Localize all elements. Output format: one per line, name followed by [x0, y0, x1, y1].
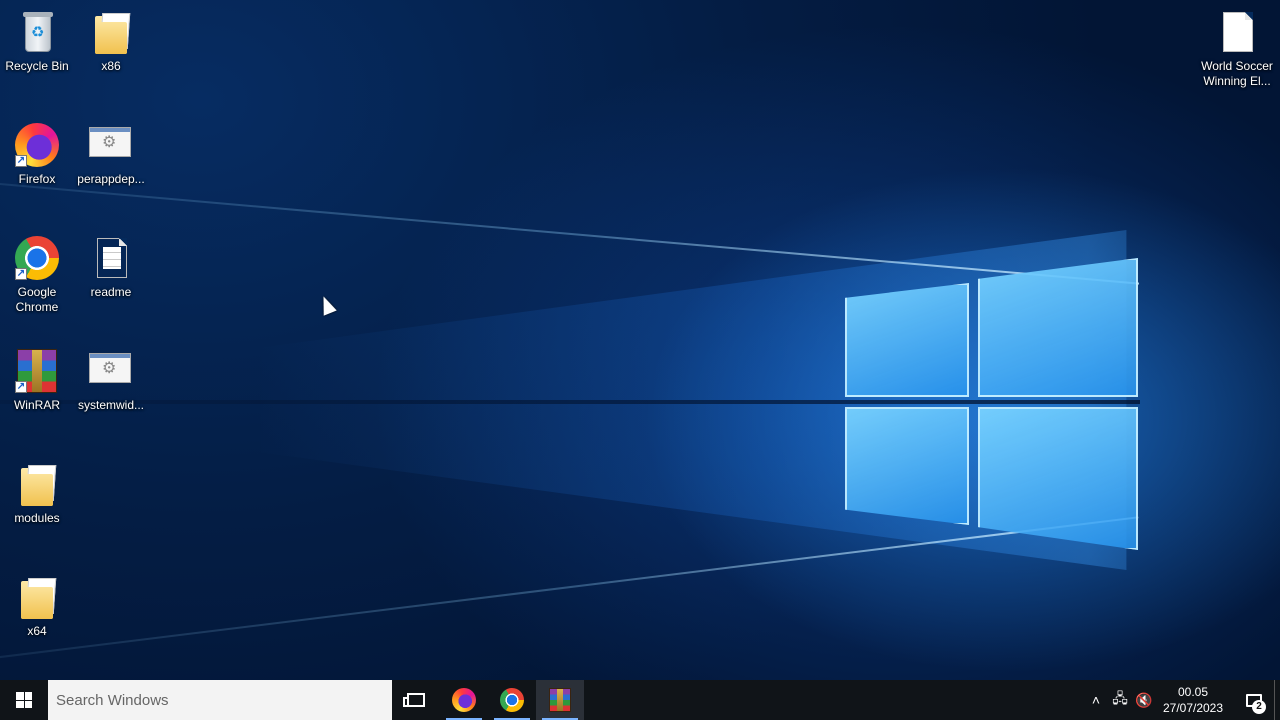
desktop-icon-systemwid[interactable]: ⚙ systemwid...: [74, 347, 148, 413]
desktop-icon-world-soccer[interactable]: World Soccer Winning El...: [1198, 8, 1276, 89]
wallpaper-windows-logo-pane: [978, 258, 1138, 397]
desktop-icon-perappdep[interactable]: ⚙ perappdep...: [74, 121, 148, 187]
document-icon: [1223, 12, 1253, 52]
windows-logo-icon: [16, 692, 32, 708]
desktop-icon-label: perappdep...: [77, 172, 145, 186]
action-center-button[interactable]: 2: [1234, 680, 1274, 720]
taskbar: ˄ 🖧 🔇 00.05 27/07/2023 2: [0, 680, 1280, 720]
taskbar-app-winrar[interactable]: [536, 680, 584, 720]
desktop-icon-firefox[interactable]: ↗ Firefox: [0, 121, 74, 187]
task-view-icon: [403, 693, 425, 707]
mouse-cursor-icon: [317, 293, 337, 316]
desktop-icon-label: Firefox: [18, 172, 56, 186]
chrome-icon: [500, 688, 524, 712]
desktop-icon-google-chrome[interactable]: ↗ Google Chrome: [0, 234, 74, 315]
folder-icon: [21, 468, 53, 506]
desktop-icon-label: x64: [27, 624, 47, 638]
wallpaper-windows-logo-pane: [845, 283, 969, 397]
start-button[interactable]: [0, 680, 48, 720]
shortcut-arrow-icon: ↗: [15, 381, 27, 393]
taskbar-app-firefox[interactable]: [440, 680, 488, 720]
clock-time: 00.05: [1177, 685, 1209, 699]
volume-muted-icon[interactable]: 🔇: [1132, 680, 1156, 720]
desktop-icon-label: Google Chrome: [15, 285, 59, 314]
chevron-up-icon[interactable]: ˄: [1084, 680, 1108, 720]
desktop-icon-readme[interactable]: readme: [74, 234, 148, 300]
firefox-icon: [452, 688, 476, 712]
folder-icon: [21, 581, 53, 619]
desktop: ♻ Recycle Bin ↗ Firefox ↗ Google Chrome …: [0, 0, 1280, 680]
desktop-icon-label: WinRAR: [13, 398, 60, 412]
clock-date: 27/07/2023: [1162, 701, 1224, 715]
settings-file-icon: ⚙: [89, 127, 131, 157]
desktop-icon-winrar[interactable]: ↗ WinRAR: [0, 347, 74, 413]
system-tray: ˄ 🖧 🔇 00.05 27/07/2023 2: [1084, 680, 1280, 720]
wallpaper-windows-logo-pane: [845, 407, 969, 525]
notification-count-badge: 2: [1252, 700, 1266, 714]
settings-file-icon: ⚙: [89, 353, 131, 383]
desktop-icon-label: World Soccer Winning El...: [1201, 59, 1273, 88]
desktop-icon-label: x86: [101, 59, 121, 73]
search-input[interactable]: [56, 691, 376, 709]
desktop-icon-x64[interactable]: x64: [0, 573, 74, 639]
winrar-icon: [549, 688, 571, 712]
clock[interactable]: 00.05 27/07/2023: [1160, 684, 1226, 716]
desktop-icon-recycle-bin[interactable]: ♻ Recycle Bin: [0, 8, 74, 74]
desktop-icon-label: modules: [14, 511, 60, 525]
folder-icon: [95, 16, 127, 54]
desktop-icon-modules[interactable]: modules: [0, 460, 74, 526]
recycle-bin-icon: ♻: [23, 12, 53, 52]
text-document-icon: [97, 238, 127, 278]
desktop-icon-label: readme: [90, 285, 132, 299]
desktop-icon-label: systemwid...: [77, 398, 144, 412]
task-view-button[interactable]: [392, 680, 440, 720]
shortcut-arrow-icon: ↗: [15, 268, 27, 280]
taskbar-app-chrome[interactable]: [488, 680, 536, 720]
show-desktop-button[interactable]: [1274, 680, 1280, 720]
desktop-icon-x86[interactable]: x86: [74, 8, 148, 74]
desktop-icon-label: Recycle Bin: [5, 59, 69, 73]
wallpaper-windows-logo-pane: [978, 407, 1138, 550]
shortcut-arrow-icon: ↗: [15, 155, 27, 167]
network-icon[interactable]: 🖧: [1108, 680, 1132, 720]
search-box[interactable]: [48, 680, 392, 720]
